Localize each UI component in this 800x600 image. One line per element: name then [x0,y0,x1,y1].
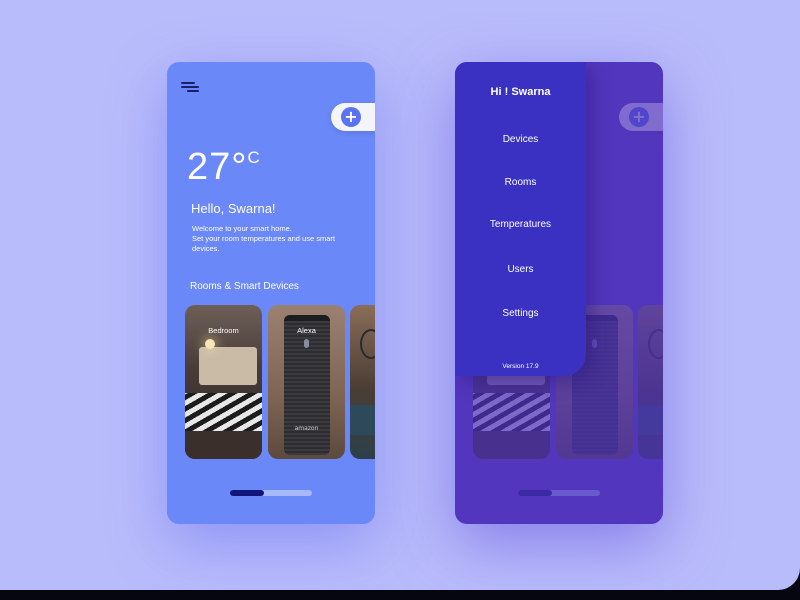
menu-greeting: Hi ! Swarna [490,86,551,98]
menu-item-temperatures[interactable]: Temperatures [455,219,586,230]
brand-logo: amazon [294,425,319,432]
plus-icon: + [341,107,361,127]
menu-item-devices[interactable]: Devices [455,134,586,145]
menu-screen: + Hi ! Swarna Devices Rooms Temperatures… [455,62,663,524]
room-card-living[interactable]: Li [350,305,375,459]
table-image [350,405,375,435]
device-card-alexa[interactable]: Alexa amazon [268,305,345,459]
home-screen: + 27°C Hello, Swarna! Welcome to your sm… [167,62,375,524]
lamp-image [205,339,215,349]
welcome-line-2: Set your room temperatures and use smart… [192,234,335,253]
speaker-image [284,315,330,455]
temperature-unit: C [247,148,260,167]
card-label: Alexa [297,326,316,335]
menu-item-rooms[interactable]: Rooms [455,177,586,188]
side-menu: Hi ! Swarna Devices Rooms Temperatures U… [455,62,586,376]
card-label: Bedroom [208,326,239,335]
card-label: Li [350,326,375,335]
menu-icon[interactable] [181,80,201,94]
temperature-display: 27°C [187,146,260,189]
device-carousel[interactable]: Bedroom Alexa amazon Li [185,305,375,459]
room-card-bedroom[interactable]: Bedroom [185,305,262,459]
canvas: + 27°C Hello, Swarna! Welcome to your sm… [0,0,800,590]
greeting: Hello, Swarna! [191,201,276,216]
section-title: Rooms & Smart Devices [190,281,299,292]
blanket-image [185,393,262,431]
welcome-line-1: Welcome to your smart home. [192,224,292,233]
menu-item-settings[interactable]: Settings [455,308,586,319]
welcome-text: Welcome to your smart home. Set your roo… [192,224,362,254]
carousel-progress-fill [230,490,265,496]
temperature-value: 27° [187,146,248,188]
bed-image [199,347,257,385]
version-label: Version 17.9 [502,363,539,370]
carousel-progress[interactable] [230,490,312,496]
menu-item-users[interactable]: Users [455,264,586,275]
add-device-button[interactable]: + [331,103,375,131]
mic-icon [304,339,309,348]
